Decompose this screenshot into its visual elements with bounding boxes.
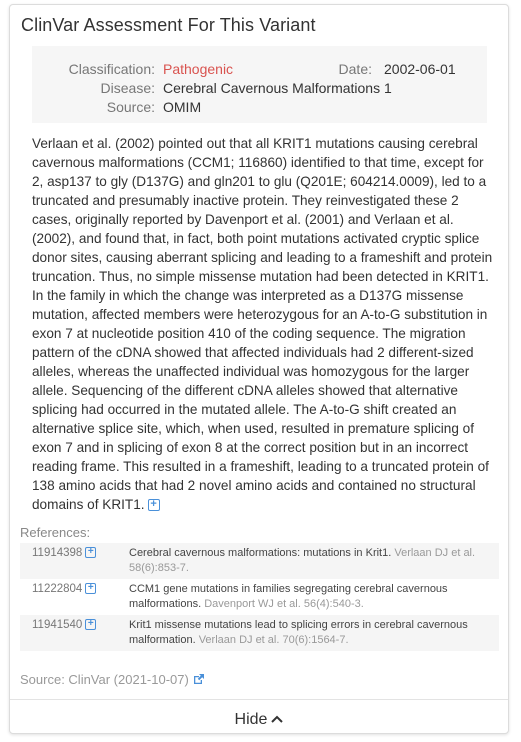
reference-id: 11914398 + — [32, 546, 97, 561]
date-label: Date: — [338, 61, 372, 77]
classification-value: Pathogenic — [163, 61, 234, 77]
source-value: OMIM — [163, 99, 202, 115]
reference-id-link[interactable]: 11914398 — [32, 547, 82, 559]
clinvar-assessment-card: ClinVar Assessment For This Variant Clas… — [9, 4, 509, 734]
classification-label: Classification: — [68, 61, 155, 77]
plus-square-icon[interactable]: + — [85, 583, 97, 595]
hide-button[interactable]: Hide — [10, 699, 508, 734]
classification-row: Classification: Pathogenic — [32, 61, 233, 77]
source-label: Source: — [106, 99, 155, 115]
reference-authors: Davenport WJ et al. 56(4):540-3. — [204, 598, 364, 610]
reference-authors: Verlaan DJ et al. 70(6):1564-7. — [198, 634, 349, 646]
variant-description: Verlaan et al. (2002) pointed out that a… — [32, 134, 497, 514]
reference-text: Cerebral cavernous malformations: mutati… — [129, 546, 491, 576]
reference-text: Krit1 missense mutations lead to splicin… — [129, 618, 491, 648]
plus-square-icon[interactable]: + — [147, 499, 160, 512]
plus-square-icon[interactable]: + — [85, 547, 97, 559]
reference-row: 11222804 + CCM1 gene mutations in familie… — [20, 579, 499, 615]
card-title: ClinVar Assessment For This Variant — [21, 15, 316, 35]
disease-row: Disease: Cerebral Cavernous Malformations… — [32, 80, 392, 96]
disease-value: Cerebral Cavernous Malformations 1 — [163, 80, 392, 96]
disease-label: Disease: — [100, 80, 155, 96]
date-value: 2002-06-01 — [384, 61, 456, 77]
chevron-up-icon — [271, 711, 284, 729]
reference-id: 11222804 + — [32, 582, 97, 597]
description-text: Verlaan et al. (2002) pointed out that a… — [32, 136, 493, 512]
references-label: References: — [20, 525, 91, 540]
reference-id-link[interactable]: 11941540 — [32, 619, 82, 631]
hide-label: Hide — [234, 711, 268, 728]
external-link-icon[interactable] — [192, 673, 205, 689]
source-footer-text: Source: ClinVar (2021-10-07) — [20, 672, 189, 687]
reference-title: Cerebral cavernous malformations: mutati… — [129, 547, 392, 559]
reference-id: 11941540 + — [32, 618, 97, 633]
reference-text: CCM1 gene mutations in families segregat… — [129, 582, 491, 612]
reference-id-link[interactable]: 11222804 — [32, 583, 82, 595]
date-row: Date: 2002-06-01 — [297, 61, 456, 77]
source-row: Source: OMIM — [32, 99, 201, 115]
reference-row: 11914398 + Cerebral cavernous malformatio… — [20, 543, 499, 579]
reference-row: 11941540 + Krit1 missense mutations lead … — [20, 615, 499, 651]
source-footer: Source: ClinVar (2021-10-07) — [20, 672, 205, 689]
classification-box: Classification: Pathogenic Date: 2002-06-0… — [32, 46, 487, 123]
plus-square-icon[interactable]: + — [85, 619, 97, 631]
